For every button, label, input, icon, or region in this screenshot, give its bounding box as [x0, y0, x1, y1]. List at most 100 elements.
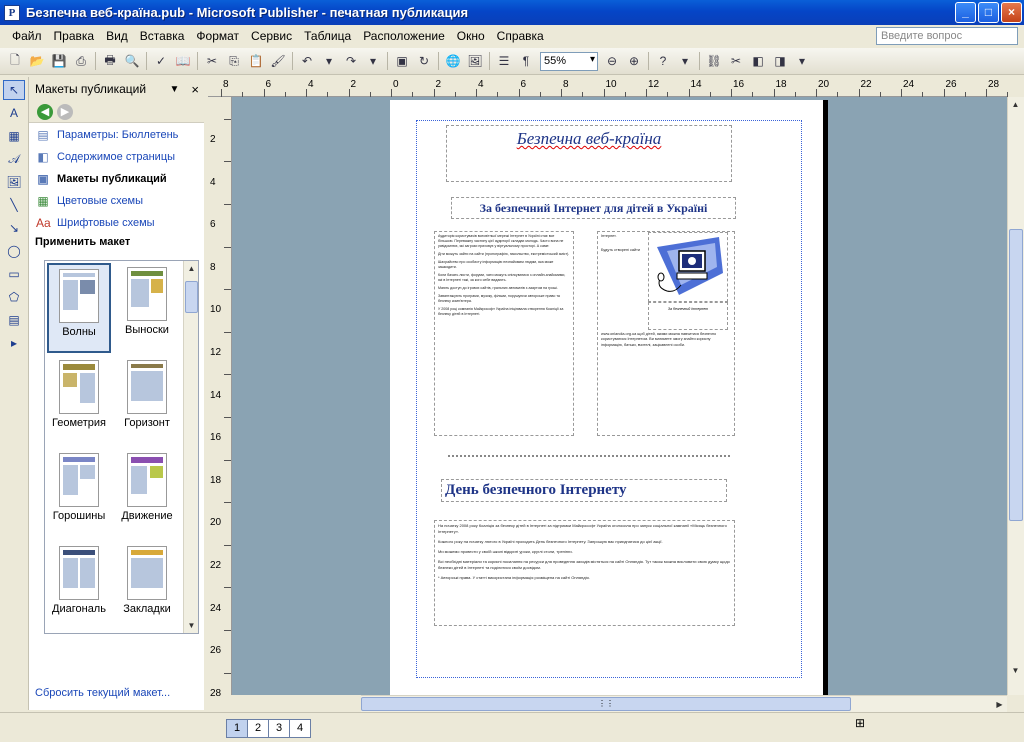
- vertical-scroll-thumb[interactable]: [1009, 229, 1023, 521]
- subtitle-text-frame[interactable]: За безпечний Інтернет для дітей в Україн…: [451, 197, 736, 219]
- cut-icon[interactable]: ✂: [202, 51, 222, 71]
- print-preview-icon[interactable]: 🔍: [122, 51, 142, 71]
- arrow-icon[interactable]: ↘: [3, 218, 25, 238]
- minimize-button[interactable]: _: [955, 2, 976, 23]
- redo-dropdown-icon[interactable]: ▾: [363, 51, 383, 71]
- link-frames-icon[interactable]: ⛓: [704, 51, 724, 71]
- undo-dropdown-icon[interactable]: ▾: [319, 51, 339, 71]
- scroll-up-icon[interactable]: ▲: [184, 261, 198, 276]
- design-thumb-ruh[interactable]: Движение: [115, 449, 179, 539]
- menu-arrange[interactable]: Расположение: [357, 29, 451, 43]
- page-4-button[interactable]: 4: [289, 719, 311, 738]
- print-icon[interactable]: 🖶: [100, 51, 120, 71]
- vertical-ruler[interactable]: 2 4 6 8 10 12 14 16 18 20 22 24 26 28: [208, 97, 232, 699]
- horizontal-ruler[interactable]: 8 6 4 2 0 2 4 6 8 10 12 14 16 18 20 22 24 26 28: [208, 77, 1009, 97]
- picture-frame-icon[interactable]: 🖼: [3, 172, 25, 192]
- ask-question-input[interactable]: Введите вопрос: [876, 27, 1018, 45]
- line-icon[interactable]: ╲: [3, 195, 25, 215]
- scroll-right-icon[interactable]: ▶: [992, 697, 1007, 712]
- design-thumb-goroshyny[interactable]: Горошины: [47, 449, 111, 539]
- design-gallery-icon[interactable]: ▤: [3, 310, 25, 330]
- link-page-content[interactable]: ◧ Содержимое страницы: [29, 146, 204, 167]
- next-frame-icon[interactable]: ◨: [770, 51, 790, 71]
- previous-frame-icon[interactable]: ◧: [748, 51, 768, 71]
- design-thumb-diagonal[interactable]: Диагональ: [47, 542, 111, 632]
- horizontal-scroll-thumb[interactable]: ⋮⋮: [361, 697, 851, 711]
- page-3-button[interactable]: 3: [268, 719, 290, 738]
- heading-text-frame[interactable]: День безпечного Інтернету: [441, 479, 727, 502]
- bring-forward-icon[interactable]: ▣: [392, 51, 412, 71]
- link-newsletter-options[interactable]: ▤ Параметры: Бюллетень: [29, 124, 204, 145]
- redo-icon[interactable]: ↷: [341, 51, 361, 71]
- menu-file[interactable]: Файл: [6, 29, 48, 43]
- publication-page[interactable]: Безпечна веб-країна За безпечний Інтерне…: [390, 100, 828, 695]
- search-files-icon[interactable]: ⎙: [71, 51, 91, 71]
- paste-icon[interactable]: 📋: [246, 51, 266, 71]
- article-text-frame-2[interactable]: Інтернет. Будуть створені сайти За безпе…: [597, 231, 735, 436]
- open-icon[interactable]: 📂: [27, 51, 47, 71]
- spelling-icon[interactable]: ✓: [151, 51, 171, 71]
- design-thumb-zakladky[interactable]: Закладки: [115, 542, 179, 632]
- insert-hyperlink-icon[interactable]: 🌐: [443, 51, 463, 71]
- toolbar-options-icon[interactable]: ▾: [675, 51, 695, 71]
- menu-view[interactable]: Вид: [100, 29, 134, 43]
- new-icon[interactable]: 🗋: [5, 51, 25, 71]
- format-painter-icon[interactable]: 🖌: [268, 51, 288, 71]
- help-icon[interactable]: ?: [653, 51, 673, 71]
- menu-tools[interactable]: Сервис: [245, 29, 298, 43]
- design-thumb-horyzont[interactable]: Горизонт: [115, 356, 179, 446]
- toolbar-expand-icon[interactable]: ▸: [3, 333, 25, 353]
- title-text-frame[interactable]: Безпечна веб-країна: [446, 125, 732, 182]
- zoom-select[interactable]: 55%: [540, 51, 598, 71]
- close-button[interactable]: ×: [1001, 2, 1022, 23]
- menu-window[interactable]: Окно: [451, 29, 491, 43]
- maximize-button[interactable]: □: [978, 2, 999, 23]
- menu-table[interactable]: Таблица: [298, 29, 357, 43]
- forward-icon[interactable]: ▶: [57, 103, 73, 120]
- text-box-icon[interactable]: A: [3, 103, 25, 123]
- insert-table-icon[interactable]: ▦: [3, 126, 25, 146]
- wordart-icon[interactable]: 𝒜: [3, 149, 25, 169]
- autoshapes-icon[interactable]: ⬠: [3, 287, 25, 307]
- vertical-scrollbar[interactable]: ▲ ▼: [1007, 97, 1024, 695]
- link-font-schemes[interactable]: Aa Шрифтовые схемы: [29, 212, 204, 233]
- picture-icon[interactable]: 🖼: [465, 51, 485, 71]
- page-1-button[interactable]: 1: [226, 719, 248, 738]
- menu-edit[interactable]: Правка: [48, 29, 101, 43]
- undo-icon[interactable]: ↶: [297, 51, 317, 71]
- scroll-down-icon[interactable]: ▼: [1008, 663, 1023, 678]
- gallery-scroll-thumb[interactable]: [185, 281, 198, 313]
- article-text-frame-3[interactable]: На початку 2008 року Коаліція за безпеку…: [434, 520, 735, 626]
- link-color-schemes[interactable]: ▦ Цветовые схемы: [29, 190, 204, 211]
- oval-icon[interactable]: ◯: [3, 241, 25, 261]
- page-2-button[interactable]: 2: [247, 719, 269, 738]
- design-thumb-volny[interactable]: Волны: [47, 263, 111, 353]
- unlink-frames-icon[interactable]: ✂: [726, 51, 746, 71]
- columns-icon[interactable]: ☰: [494, 51, 514, 71]
- publisher-app-icon[interactable]: P: [4, 4, 20, 21]
- connect-toolbar-options-icon[interactable]: ▾: [792, 51, 812, 71]
- select-objects-icon[interactable]: ↖: [3, 80, 25, 100]
- horizontal-scrollbar[interactable]: ◀ ⋮⋮ ▶: [361, 695, 1007, 712]
- article-text-frame-1[interactable]: Аудиторія користувачів всесвітньої мереж…: [434, 231, 574, 436]
- zoom-out-icon[interactable]: ⊖: [602, 51, 622, 71]
- research-icon[interactable]: 📖: [173, 51, 193, 71]
- design-thumb-vynosky[interactable]: Выноски: [115, 263, 179, 353]
- reset-design-link[interactable]: Сбросить текущий макет...: [35, 687, 170, 699]
- zoom-in-icon[interactable]: ⊕: [624, 51, 644, 71]
- menu-format[interactable]: Формат: [190, 29, 245, 43]
- scroll-up-icon[interactable]: ▲: [1008, 97, 1023, 112]
- link-publication-designs[interactable]: ▣ Макеты публикаций: [29, 168, 204, 189]
- back-icon[interactable]: ◀: [37, 103, 53, 120]
- picture-caption-frame[interactable]: За безпечний Інтернет: [648, 302, 728, 330]
- task-pane-close-icon[interactable]: ×: [191, 82, 199, 97]
- design-thumb-geometria[interactable]: Геометрия: [47, 356, 111, 446]
- task-pane-menu-icon[interactable]: ▼: [170, 84, 180, 95]
- rectangle-icon[interactable]: ▭: [3, 264, 25, 284]
- copy-icon[interactable]: ⎘: [224, 51, 244, 71]
- picture-frame[interactable]: [648, 232, 728, 302]
- gallery-scrollbar[interactable]: ▲ ▼: [183, 261, 198, 633]
- scroll-down-icon[interactable]: ▼: [184, 618, 198, 633]
- rotate-icon[interactable]: ↻: [414, 51, 434, 71]
- pilcrow-icon[interactable]: ¶: [516, 51, 536, 71]
